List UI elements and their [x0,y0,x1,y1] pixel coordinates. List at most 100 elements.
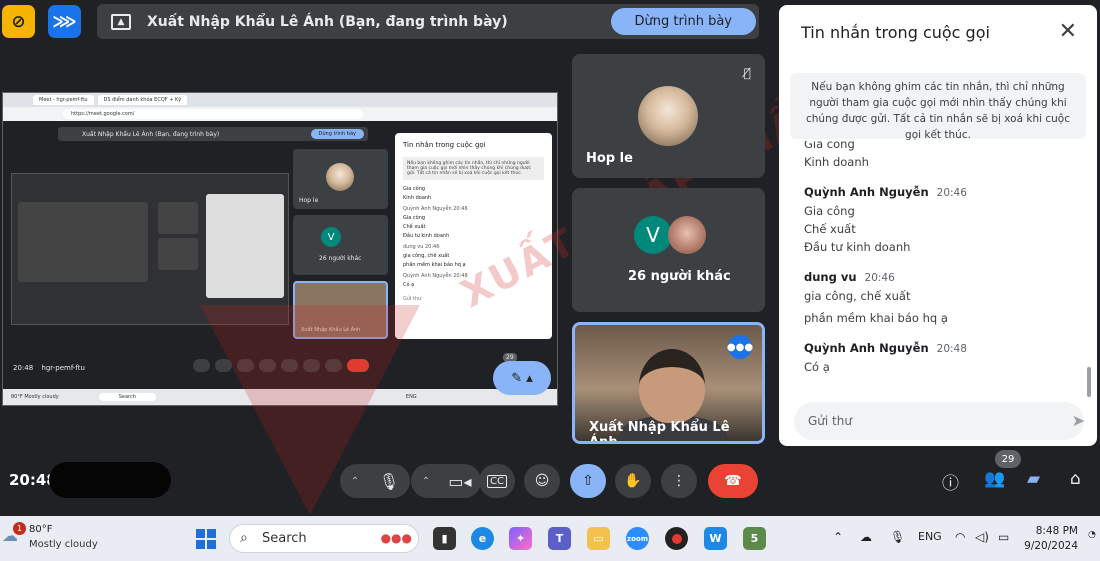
nested-tile-name: Xuất Nhập Khẩu Lê Ánh [301,327,361,333]
mic-off-icon: 🎙̸ [743,66,751,80]
file-explorer-icon[interactable]: ▭ [587,527,610,550]
nested-ctrl [193,359,210,372]
nested-tile-self: Xuất Nhập Khẩu Lê Ánh [293,281,388,339]
avatar-hople [638,86,698,146]
nested-tile-others: V 26 người khác [293,215,388,275]
nested-chat-panel: Tin nhắn trong cuộc gọi Nếu bạn không gh… [395,133,552,339]
chat-message-header: dung vu 20:46 [804,270,895,284]
more-vert-icon: ⋮ [672,473,686,489]
camera-control[interactable]: ⌃ ▭◂ [411,464,481,498]
redacted-meeting-code [49,462,171,498]
more-options-button[interactable]: ⋮ [661,464,697,498]
clock-time: 8:48 PM [1035,525,1078,537]
task-view-icon[interactable]: ▮ [433,527,456,550]
participant-name: Xuất Nhập Khẩu Lê Ánh [589,420,730,444]
chat-icon[interactable]: ▰ [1027,469,1040,489]
microphone-icon[interactable]: 🎙 [369,472,409,491]
captions-icon: CC [487,474,507,488]
browser-url: https://meet.google.com/ [63,109,363,119]
nested-avatar-v: V [321,227,341,247]
chat-line: gia công, chế xuất [804,289,911,303]
participant-tile-others[interactable]: V 26 người khác [572,188,765,312]
nested-inner-tile [158,202,198,234]
app-icon-yellow[interactable]: ⊘ [2,5,35,38]
nested-chat-line: phần mềm khai báo hq ạ [403,262,466,268]
chat-line: Có ạ [804,360,830,374]
app-calendar-icon[interactable]: 5 [743,527,766,550]
nested-ctrl [281,359,298,372]
nested-chat-note: Nếu bạn không ghim các tin nhắn, thì chỉ… [403,157,544,180]
send-icon[interactable]: ➤ [1072,411,1085,430]
nested-tile-name: 26 người khác [319,255,362,262]
taskbar-search[interactable]: ⌕ Search ●●● [229,524,419,553]
zoom-icon[interactable]: zoom [626,527,649,550]
nested-ctrl [303,359,320,372]
present-screen-icon: ▲ [111,13,131,30]
chevron-up-icon[interactable]: ⌃ [412,476,440,487]
nested-chat-line: Gia công [403,186,426,192]
participant-tile-self[interactable]: ●●● Xuất Nhập Khẩu Lê Ánh [572,322,765,444]
chat-line: phần mềm khai báo hq ạ [804,311,948,325]
windows-start-icon[interactable] [196,529,216,549]
volume-icon[interactable]: ◁) [975,530,989,544]
reactions-button[interactable]: ☺ [524,464,560,498]
present-button[interactable]: ⇧ [570,464,606,498]
copilot-icon[interactable]: ✦ [509,527,532,550]
nested-presenting-text: Xuất Nhập Khẩu Lê Ánh (Bạn, đang trình b… [82,130,220,138]
mic-control[interactable]: ⌃ 🎙 [340,464,410,498]
app-w-icon[interactable]: W [704,527,727,550]
activities-icon[interactable]: ⌂ [1070,469,1081,489]
chat-line: Gia công [804,204,855,218]
participant-name: Hop le [586,151,633,166]
battery-icon[interactable]: ▭ [998,530,1009,544]
wifi-icon[interactable]: ◠ [955,530,965,544]
notification-icon[interactable]: ◔ [1088,530,1096,540]
nested-ctrl [215,359,232,372]
participant-tile-hople[interactable]: 🎙̸ Hop le [572,54,765,178]
speaking-indicator-icon: ●●● [727,335,753,359]
leave-call-button[interactable]: ☎ [708,464,758,498]
chevron-up-icon[interactable]: ⌃ [833,530,843,544]
pen-tool-fab[interactable]: ✎ ▴ [493,361,551,395]
nested-presenting-bar: Xuất Nhập Khẩu Lê Ánh (Bạn, đang trình b… [58,127,368,141]
teams-icon[interactable]: T [548,527,571,550]
nested-stop-button: Dừng trình bày [310,129,364,139]
raise-hand-button[interactable]: ✋ [615,464,651,498]
nested-chat-line: gia công, chế xuất [403,253,450,259]
language-indicator[interactable]: ENG [918,530,942,543]
camera-icon[interactable]: ▭◂ [440,472,480,491]
nested-tile-name: Hop le [299,197,319,204]
search-highlight-icon: ●●● [380,531,412,545]
microphone-tray-icon[interactable]: 🎙 [890,530,905,544]
info-icon[interactable]: ⓘ [942,469,959,494]
nested-chat-sender: dung vu 20:46 [403,244,440,250]
nested-chat-title: Tin nhắn trong cuộc gọi [403,141,486,149]
edge-icon[interactable]: e [471,527,494,550]
weather-temp: 80°F [29,524,53,535]
taskbar-search-label: Search [262,531,307,546]
participants-count-badge: 29 [995,450,1021,468]
chevron-up-icon[interactable]: ⌃ [341,476,369,487]
chat-scrollbar[interactable] [1087,367,1091,397]
taskbar-clock[interactable]: 8:48 PM 9/20/2024 [1024,524,1078,554]
chat-messages: Gia công Kinh doanh Quỳnh Anh Nguyễn 20:4… [804,141,1084,393]
nested-inner-chat [206,194,284,298]
chat-line: Chế xuất [804,222,856,236]
search-icon: ⌕ [240,530,248,546]
avatar-v: V [634,216,672,254]
cloud-sync-icon[interactable]: ☁ [860,530,872,544]
stop-presenting-button[interactable]: Dừng trình bày [610,8,756,35]
close-icon[interactable]: ✕ [1059,19,1077,44]
self-video-face [639,349,705,423]
browser-tab-sheet: DS điểm danh khóa ECQF + Kỹ [97,95,188,105]
chat-message-input[interactable]: Gửi thư [794,402,1084,440]
weather-notification-badge: 1 [13,522,26,535]
chat-line: Gia công [804,141,855,151]
captions-button[interactable]: CC [479,464,515,498]
chat-message-header: Quỳnh Anh Nguyễn 20:48 [804,341,967,355]
nested-taskbar: 80°F Mostly cloudy Search ENG [3,389,557,405]
app-icon-blue[interactable]: ⋙ [48,5,81,38]
recorder-icon[interactable] [665,527,688,550]
weather-condition: Mostly cloudy [29,539,98,550]
people-icon[interactable]: 👥 [984,469,1005,489]
